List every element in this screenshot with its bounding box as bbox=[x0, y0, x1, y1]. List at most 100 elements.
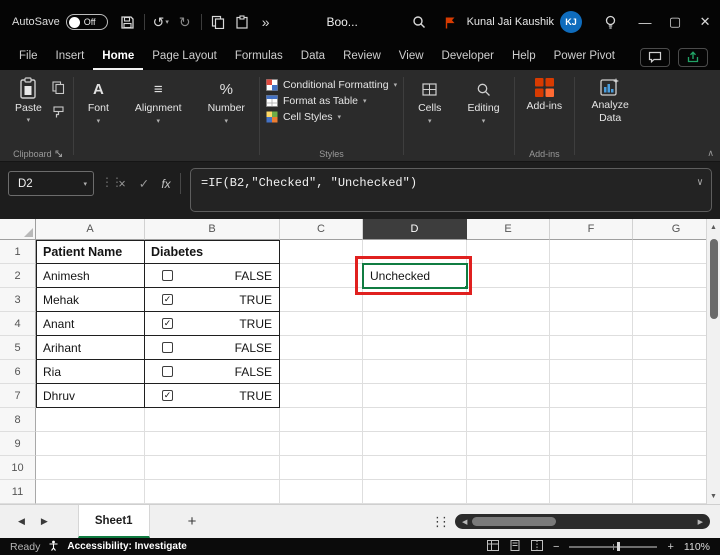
qat-paste-icon[interactable] bbox=[230, 9, 254, 35]
sheet-options-icon[interactable]: ⋮⋮ bbox=[431, 514, 455, 530]
insert-function-icon[interactable]: fx bbox=[156, 171, 176, 196]
column-header-E[interactable]: E bbox=[467, 219, 550, 240]
qat-copy-icon[interactable] bbox=[206, 9, 230, 35]
cell[interactable] bbox=[36, 408, 145, 432]
dialog-launcher-icon[interactable] bbox=[55, 150, 63, 158]
cell-B6[interactable]: FALSE bbox=[145, 360, 280, 384]
cell-A2[interactable]: Animesh bbox=[36, 264, 145, 288]
cell[interactable] bbox=[363, 384, 467, 408]
row-header-5[interactable]: 5 bbox=[0, 336, 36, 360]
cell[interactable] bbox=[550, 288, 633, 312]
cell[interactable] bbox=[550, 264, 633, 288]
copy-icon[interactable] bbox=[52, 81, 65, 99]
checkbox-B6[interactable] bbox=[162, 366, 173, 377]
column-header-D[interactable]: D bbox=[363, 219, 467, 240]
cell[interactable] bbox=[550, 384, 633, 408]
avatar[interactable]: KJ bbox=[560, 11, 583, 33]
formula-input[interactable]: =IF(B2,"Checked", "Unchecked") ∨ bbox=[190, 168, 712, 212]
horizontal-scrollbar[interactable]: ◀ ▶ bbox=[455, 514, 710, 529]
cell[interactable] bbox=[550, 456, 633, 480]
cell[interactable] bbox=[467, 288, 550, 312]
page-break-view-icon[interactable] bbox=[531, 538, 544, 555]
cell-B7[interactable]: ✓ TRUE bbox=[145, 384, 280, 408]
cell[interactable] bbox=[145, 480, 280, 504]
cell[interactable] bbox=[363, 312, 467, 336]
cell[interactable] bbox=[467, 240, 550, 264]
cell[interactable] bbox=[550, 432, 633, 456]
cell[interactable] bbox=[280, 408, 363, 432]
row-header-8[interactable]: 8 bbox=[0, 408, 36, 432]
cell-styles-button[interactable]: Cell Styles ▾ bbox=[266, 111, 397, 123]
cell[interactable] bbox=[280, 360, 363, 384]
accessibility-status[interactable]: Accessibility: Investigate bbox=[67, 541, 187, 552]
zoom-slider[interactable] bbox=[569, 542, 658, 551]
number-collapsed-button[interactable]: % Number ▾ bbox=[200, 73, 253, 126]
column-header-A[interactable]: A bbox=[36, 219, 145, 240]
scroll-down-icon[interactable]: ▼ bbox=[707, 488, 720, 504]
row-header-2[interactable]: 2 bbox=[0, 264, 36, 288]
addins-button[interactable]: Add-ins bbox=[521, 73, 569, 112]
cell[interactable] bbox=[363, 408, 467, 432]
column-header-B[interactable]: B bbox=[145, 219, 280, 240]
cell-B5[interactable]: FALSE bbox=[145, 336, 280, 360]
collapse-ribbon-icon[interactable]: ∧ bbox=[707, 148, 714, 159]
more-commands-chevron[interactable]: » bbox=[254, 9, 278, 35]
checkbox-B5[interactable] bbox=[162, 342, 173, 353]
select-all-corner[interactable] bbox=[0, 219, 36, 240]
zoom-in-button[interactable]: + bbox=[667, 541, 673, 553]
cell[interactable] bbox=[467, 264, 550, 288]
row-header-4[interactable]: 4 bbox=[0, 312, 36, 336]
cell[interactable] bbox=[363, 240, 467, 264]
undo-icon[interactable]: ↺ ▾ bbox=[149, 9, 173, 35]
checkbox-B2[interactable] bbox=[162, 270, 173, 281]
enter-icon[interactable]: ✓ bbox=[134, 171, 154, 196]
cell-A5[interactable]: Arihant bbox=[36, 336, 145, 360]
vertical-scrollbar[interactable]: ▲ ▼ bbox=[706, 219, 720, 504]
cell[interactable] bbox=[550, 408, 633, 432]
fill-handle[interactable] bbox=[464, 285, 466, 287]
cell-B3[interactable]: ✓ TRUE bbox=[145, 288, 280, 312]
tab-review[interactable]: Review bbox=[334, 44, 390, 70]
user-name[interactable]: Kunal Jai Kaushik bbox=[467, 16, 554, 28]
checkbox-B3[interactable]: ✓ bbox=[162, 294, 173, 305]
name-box[interactable]: D2 ▾ bbox=[8, 171, 94, 196]
page-layout-view-icon[interactable] bbox=[509, 538, 521, 555]
row-header-3[interactable]: 3 bbox=[0, 288, 36, 312]
cell[interactable] bbox=[363, 360, 467, 384]
save-icon[interactable] bbox=[116, 9, 140, 35]
column-header-C[interactable]: C bbox=[280, 219, 363, 240]
tab-insert[interactable]: Insert bbox=[47, 44, 94, 70]
zoom-out-button[interactable]: − bbox=[553, 541, 559, 553]
search-icon[interactable] bbox=[407, 9, 431, 35]
cell[interactable] bbox=[550, 480, 633, 504]
cell[interactable] bbox=[467, 432, 550, 456]
cell[interactable] bbox=[363, 480, 467, 504]
cell[interactable] bbox=[467, 336, 550, 360]
tab-data[interactable]: Data bbox=[292, 44, 334, 70]
cells-collapsed-button[interactable]: Cells ▾ bbox=[410, 73, 449, 125]
cell[interactable] bbox=[36, 456, 145, 480]
cell-A3[interactable]: Mehak bbox=[36, 288, 145, 312]
autosave-toggle[interactable]: Off bbox=[65, 14, 108, 30]
cell[interactable] bbox=[145, 408, 280, 432]
formula-bar-collapse-icon[interactable]: ∨ bbox=[697, 177, 703, 189]
lightbulb-icon[interactable] bbox=[598, 9, 622, 35]
row-header-1[interactable]: 1 bbox=[0, 240, 36, 264]
redo-icon[interactable]: ↻ bbox=[173, 9, 197, 35]
cell[interactable] bbox=[550, 240, 633, 264]
cell[interactable] bbox=[467, 408, 550, 432]
maximize-button[interactable]: ▢ bbox=[660, 0, 690, 44]
hscroll-right-icon[interactable]: ▶ bbox=[695, 518, 706, 526]
tab-help[interactable]: Help bbox=[503, 44, 545, 70]
cell[interactable] bbox=[145, 432, 280, 456]
cell[interactable] bbox=[550, 360, 633, 384]
tab-developer[interactable]: Developer bbox=[433, 44, 503, 70]
cell[interactable] bbox=[363, 288, 467, 312]
alignment-collapsed-button[interactable]: ≡ Alignment ▾ bbox=[127, 73, 190, 126]
close-button[interactable]: ✕ bbox=[690, 0, 720, 44]
cell[interactable] bbox=[36, 480, 145, 504]
checkbox-B4[interactable]: ✓ bbox=[162, 318, 173, 329]
cell[interactable] bbox=[363, 432, 467, 456]
cell[interactable] bbox=[280, 456, 363, 480]
scroll-up-icon[interactable]: ▲ bbox=[707, 219, 720, 235]
